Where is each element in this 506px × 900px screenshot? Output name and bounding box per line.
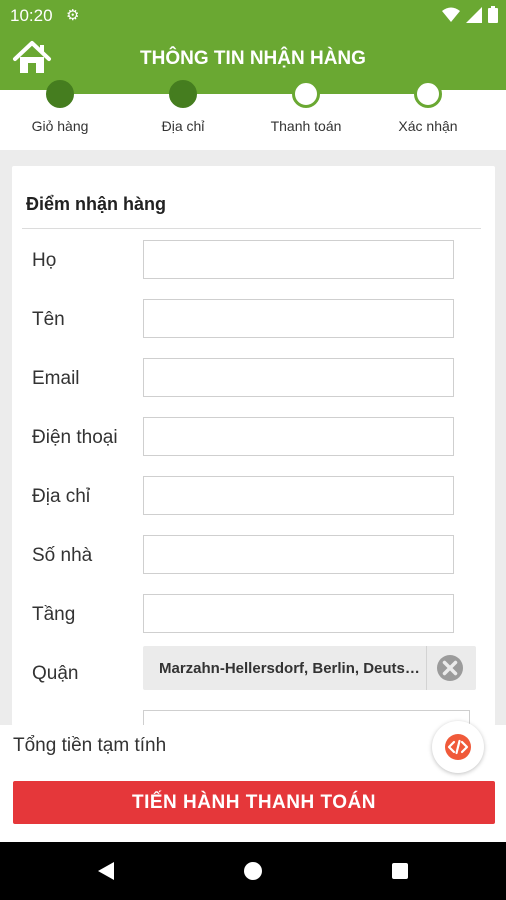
step-indicator [46,80,74,108]
wifi-icon [442,7,460,22]
step-label: Thanh toán [270,118,342,134]
floor-input[interactable] [143,594,454,633]
form-row-first-name: Tên [12,299,495,339]
district-select[interactable]: Marzahn-Hellersdorf, Berlin, Deutschland [143,646,476,690]
code-fab[interactable] [432,721,484,773]
checkout-footer: Tổng tiền tạm tính TIẾN HÀNH THANH TOÁN [0,721,506,842]
signal-icon [466,6,482,23]
field-label: Email [32,368,80,389]
district-value: Marzahn-Hellersdorf, Berlin, Deutschland [159,660,424,677]
form-row-address: Địa chỉ [12,476,495,516]
form-row-phone: Điện thoại [12,417,495,457]
battery-icon [488,6,498,23]
select-separator [426,646,427,690]
house-number-input[interactable] [143,535,454,574]
form-row-house-number: Số nhà [12,535,495,575]
form-row-email: Email [12,358,495,398]
home-nav-icon[interactable] [243,861,263,881]
system-nav-bar [0,842,506,900]
form-row-next [12,710,495,726]
stepper-track [60,90,428,94]
subtotal-label: Tổng tiền tạm tính [13,735,167,756]
form-row-district: Quận Marzahn-Hellersdorf, Berlin, Deutsc… [12,646,495,690]
field-label: Tầng [32,604,76,625]
email-input[interactable] [143,358,454,397]
field-label: Quận [32,663,79,684]
step-label: Giỏ hàng [31,118,89,134]
status-icons [442,6,498,23]
field-label: Họ [32,250,57,271]
section-title: Điểm nhận hàng [26,194,167,214]
address-input[interactable] [143,476,454,515]
back-icon[interactable] [96,861,116,881]
step-indicator [169,80,197,108]
status-time: 10:20 [10,6,53,25]
phone-input[interactable] [143,417,454,456]
clear-icon[interactable] [435,653,465,683]
recents-icon[interactable] [390,861,410,881]
first-name-input[interactable] [143,299,454,338]
page-title: THÔNG TIN NHẬN HÀNG [140,48,366,69]
form-row-last-name: Họ [12,240,495,280]
field-label: Tên [32,309,65,330]
step-indicator [292,80,320,108]
form-row-floor: Tầng [12,594,495,634]
section-divider [22,228,481,229]
step-label: Địa chỉ [161,118,205,134]
last-name-input[interactable] [143,240,454,279]
pickup-form-card: Điểm nhận hàng Họ Tên Email Điện thoại Đ… [12,166,495,726]
step-indicator [414,80,442,108]
checkout-button[interactable]: TIẾN HÀNH THANH TOÁN [13,781,495,824]
step-label: Xác nhận [398,118,458,134]
field-label: Địa chỉ [32,486,91,507]
field-label: Điện thoại [32,427,118,448]
settings-icon: ⚙ [66,7,80,24]
field-label: Số nhà [32,545,93,566]
status-bar: 10:20 ⚙ [0,0,506,30]
next-input[interactable] [143,710,470,726]
code-icon [445,734,471,760]
checkout-stepper: Giỏ hàng Địa chỉ Thanh toán Xác nhận [0,80,506,150]
